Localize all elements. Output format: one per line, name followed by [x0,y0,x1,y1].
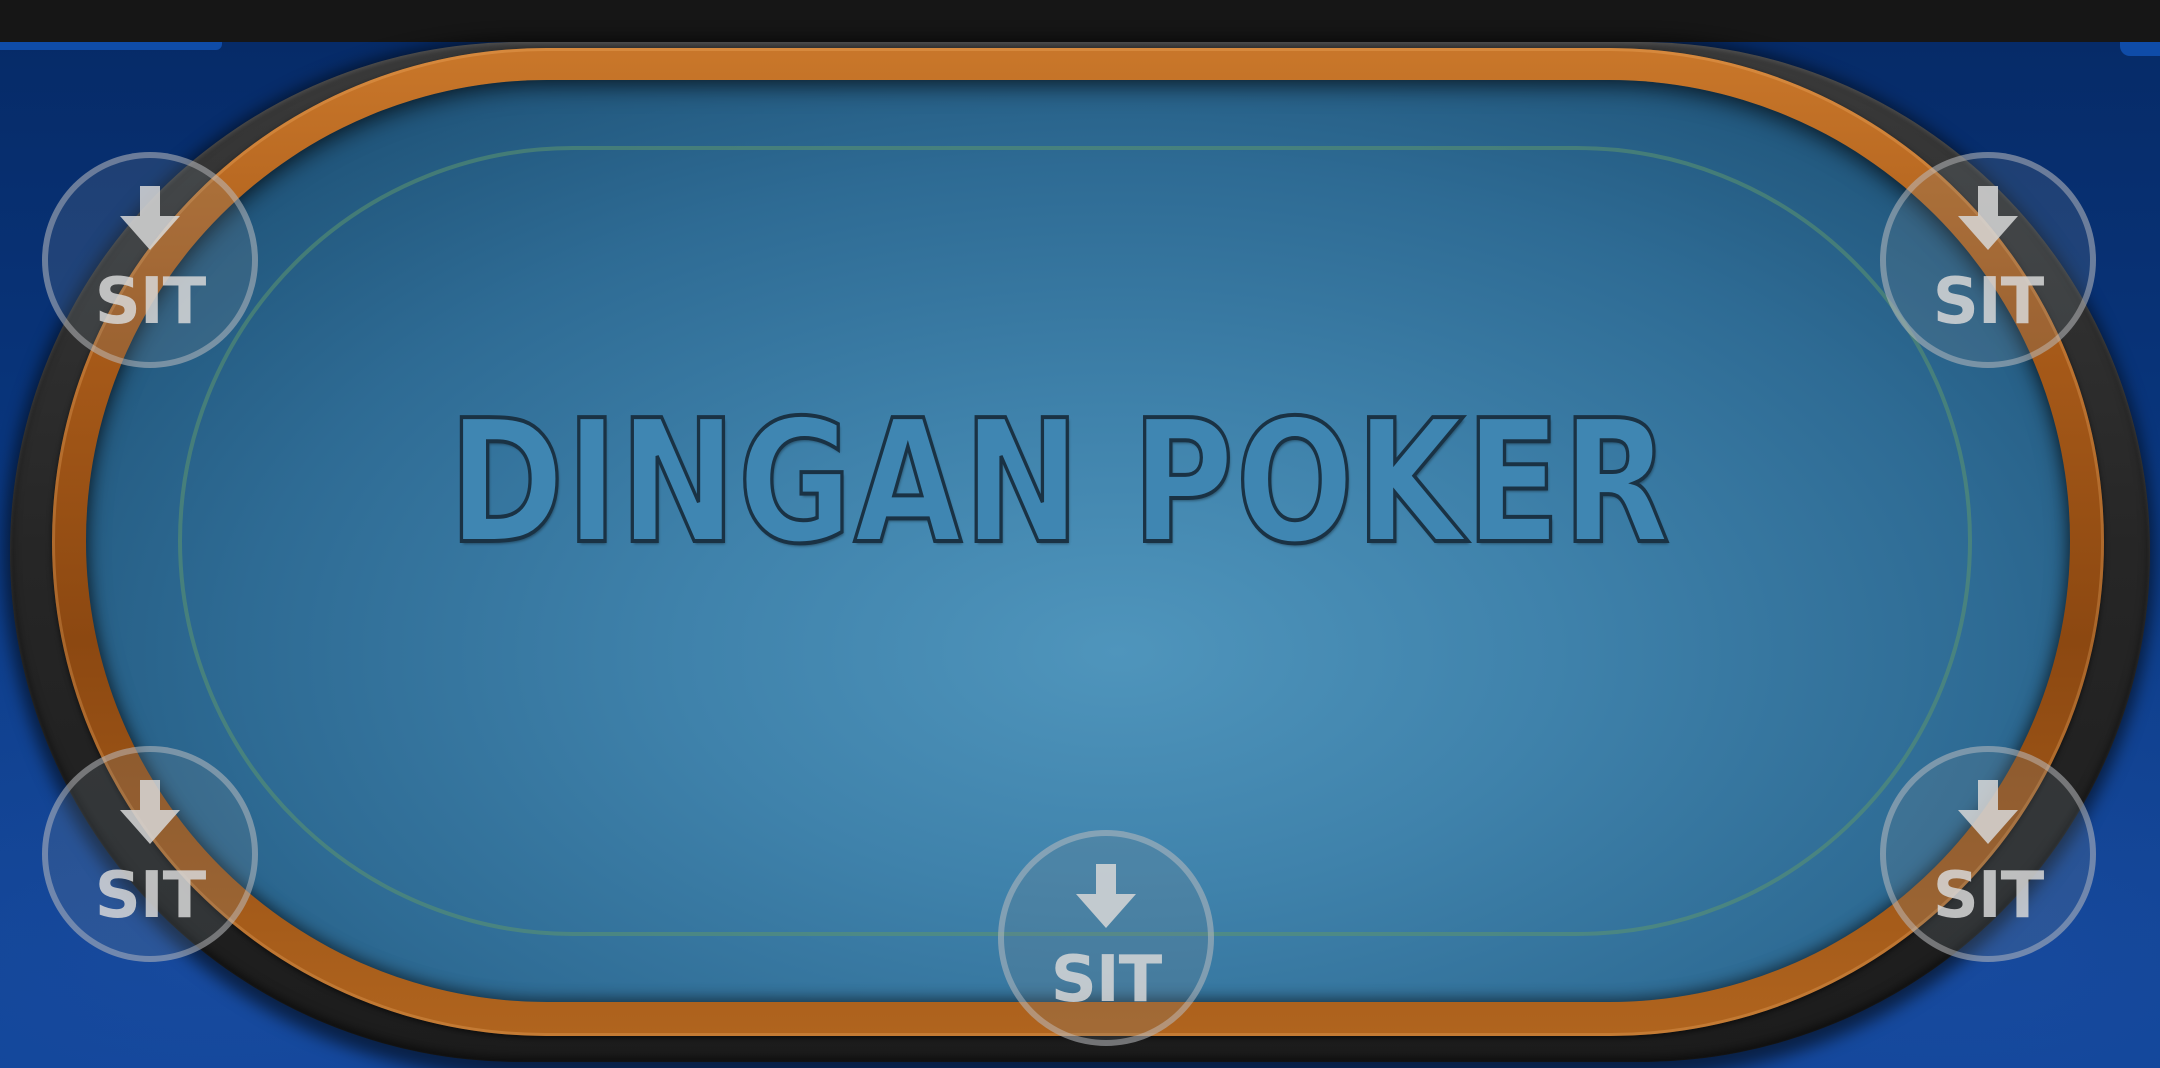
top-bar [0,0,2160,42]
sit-button-seat-3[interactable]: SIT [42,746,258,962]
sit-label: SIT [94,265,207,339]
sit-button-seat-4[interactable]: SIT [1880,746,2096,962]
sit-button-seat-5[interactable]: SIT [998,830,1214,1046]
sit-button-seat-2[interactable]: SIT [1880,152,2096,368]
down-arrow-icon [120,780,180,844]
top-right-accent [2120,42,2160,56]
sit-label: SIT [1932,265,2045,339]
sit-button-seat-1[interactable]: SIT [42,152,258,368]
down-arrow-icon [120,186,180,250]
down-arrow-icon [1076,864,1136,928]
down-arrow-icon [1958,780,2018,844]
poker-table-screen: DINGAN POKER SIT SIT SIT SIT SIT [0,0,2160,1068]
top-left-accent [0,42,222,50]
sit-label: SIT [94,859,207,933]
sit-label: SIT [1050,943,1163,1017]
table-title: DINGAN POKER [447,384,1672,582]
sit-label: SIT [1932,859,2045,933]
down-arrow-icon [1958,186,2018,250]
